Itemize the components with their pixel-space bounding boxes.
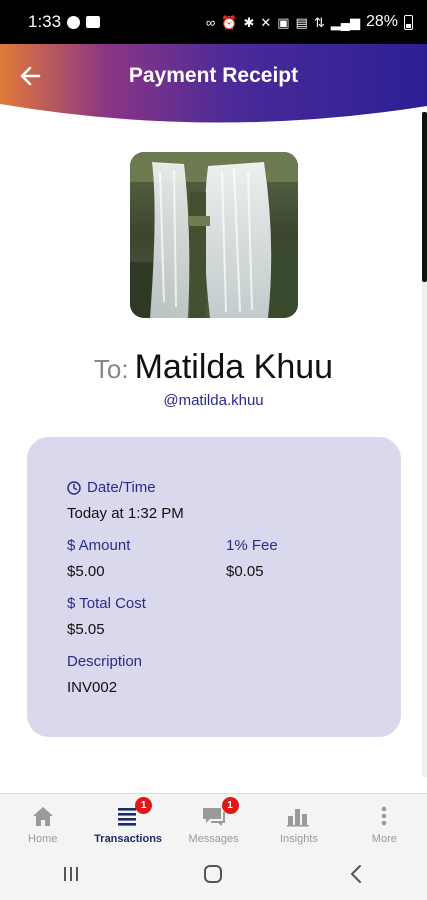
transactions-badge: 1 <box>135 797 153 814</box>
bluetooth-icon: ✱ <box>243 14 255 30</box>
datetime-label: Date/Time <box>87 479 156 496</box>
recipient-heading: To: Matilda Khuu <box>0 348 427 387</box>
gallery-icon <box>86 16 101 28</box>
nav-more-label: More <box>371 833 397 845</box>
alarm-icon: ⏰ <box>221 14 238 30</box>
more-vertical-icon <box>382 806 387 826</box>
fee-label: 1% Fee <box>226 537 278 554</box>
clock-icon <box>67 480 81 495</box>
nav-messages[interactable]: 1 Messages <box>171 794 256 848</box>
volte-icon: ▤ <box>295 14 308 30</box>
signal-icon: ▂▄▆ <box>330 14 360 30</box>
total-value: $5.05 <box>67 621 105 638</box>
nav-home[interactable]: Home <box>0 794 85 848</box>
link-icon: ∞ <box>205 14 216 30</box>
data-saver-icon: ▣ <box>277 14 290 30</box>
nav-transactions[interactable]: 1 Transactions <box>85 794 170 848</box>
scrollbar-thumb[interactable] <box>422 112 427 282</box>
fee-value: $0.05 <box>226 563 264 580</box>
battery-icon <box>404 14 413 30</box>
amount-label: $ Amount <box>67 537 131 554</box>
nav-transactions-label: Transactions <box>94 833 163 845</box>
bar-chart-icon <box>286 809 309 827</box>
wifi-calling-icon: ⇅ <box>313 14 325 30</box>
nav-more[interactable]: More <box>342 794 427 848</box>
battery-percent: 28% <box>365 13 398 30</box>
nav-home-label: Home <box>28 833 58 845</box>
recents-icon <box>64 867 79 881</box>
nav-messages-label: Messages <box>188 833 239 845</box>
bottom-navigation: Home 1 Transactions 1 Messages Insights … <box>0 793 427 848</box>
total-label: $ Total Cost <box>67 595 146 612</box>
receipt-details-card: Date/Time Today at 1:32 PM $ Amount $5.0… <box>27 437 401 737</box>
recipient-handle[interactable]: @matilda.khuu <box>0 392 427 409</box>
status-bar: 1:33 ∞ ⏰ ✱ ✕ ▣ ▤ ⇅ ▂▄▆ 28% <box>0 0 427 44</box>
nav-insights[interactable]: Insights <box>256 794 341 848</box>
home-circle-icon <box>204 865 223 883</box>
description-label: Description <box>67 653 143 670</box>
description-value: INV002 <box>67 679 118 696</box>
status-time: 1:33 <box>28 12 62 31</box>
recents-button[interactable] <box>51 859 91 889</box>
mute-icon: ✕ <box>260 14 272 30</box>
datetime-value: Today at 1:32 PM <box>67 505 184 522</box>
spotify-icon <box>67 15 81 29</box>
to-prefix: To: <box>93 354 129 384</box>
home-icon <box>32 807 53 826</box>
amount-value: $5.00 <box>67 563 105 580</box>
nav-insights-label: Insights <box>279 833 318 845</box>
system-back-button[interactable] <box>336 859 376 889</box>
home-button[interactable] <box>193 859 233 889</box>
system-navigation-bar <box>0 848 427 900</box>
recipient-photo <box>130 152 298 318</box>
recipient-name: Matilda Khuu <box>134 348 334 386</box>
page-title: Payment Receipt <box>128 64 299 87</box>
messages-badge: 1 <box>221 797 239 814</box>
datetime-label-row: Date/Time <box>67 479 156 496</box>
back-chevron-icon <box>350 865 361 883</box>
